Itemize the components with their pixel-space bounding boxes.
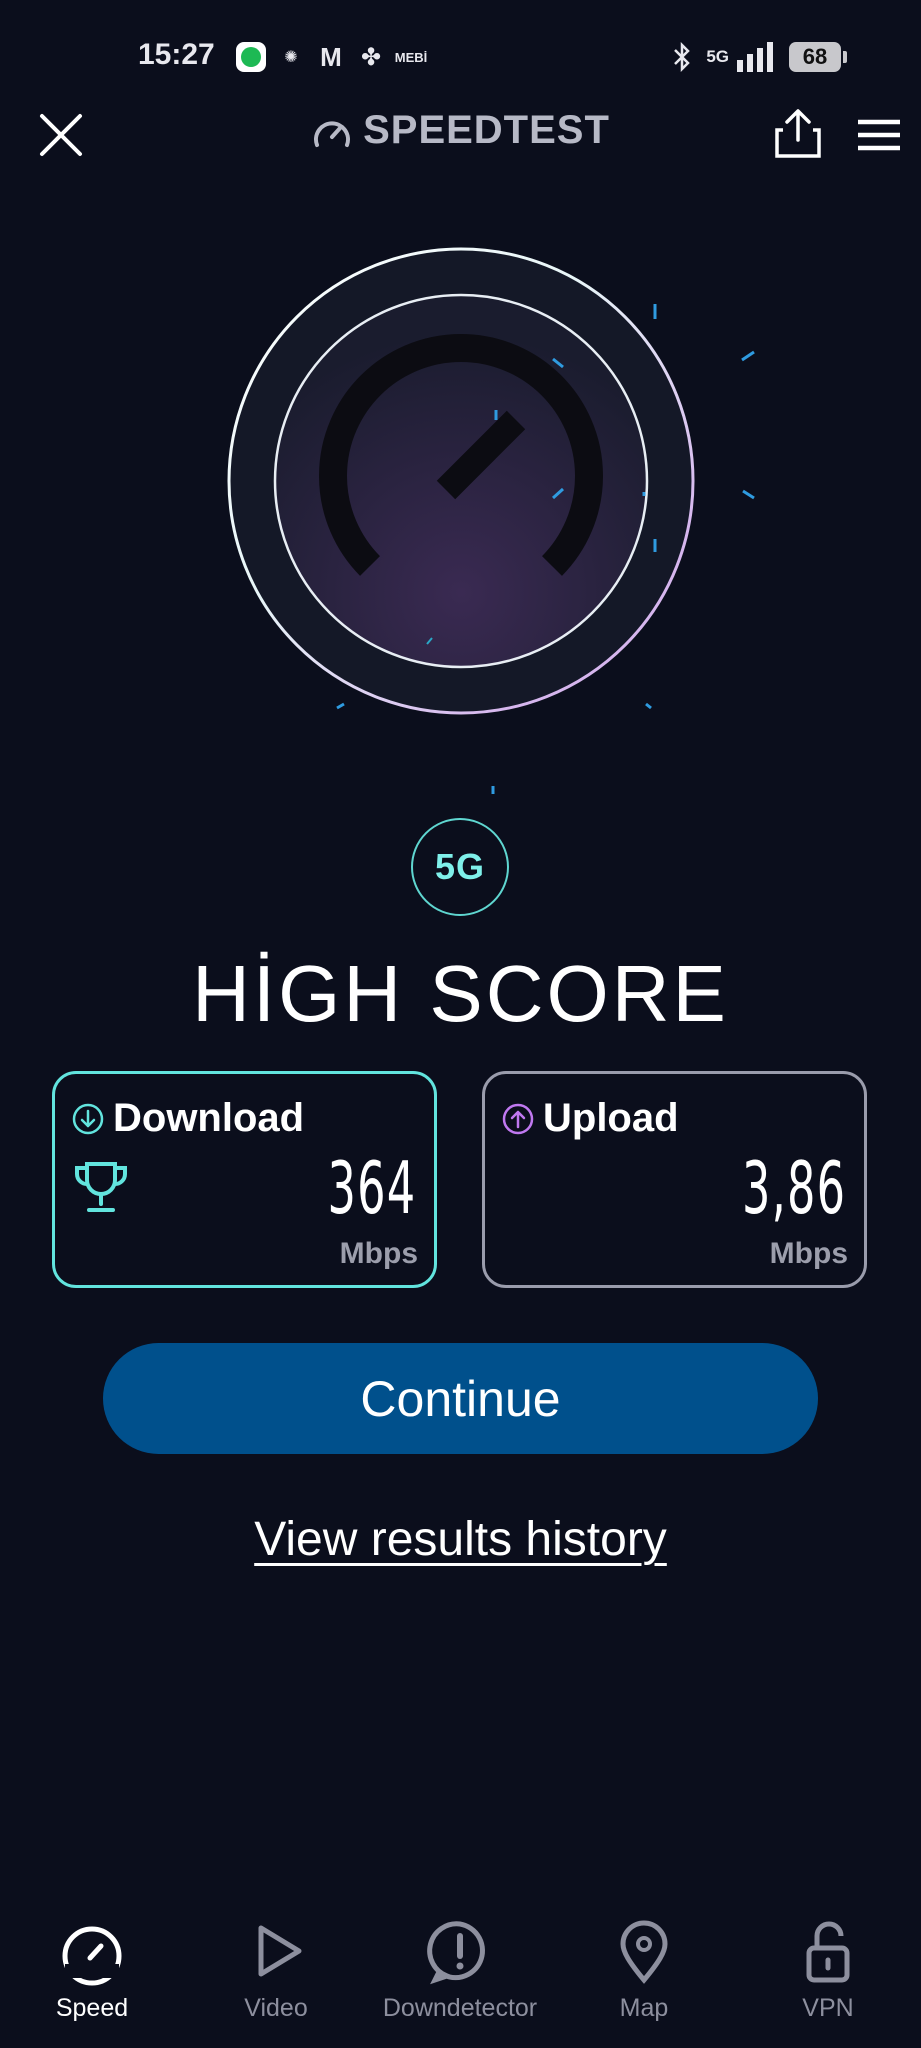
- speedtest-logo-icon: [314, 121, 351, 147]
- result-headline: HİGH SCORE: [192, 949, 729, 1038]
- download-label: Download: [113, 1096, 305, 1140]
- trophy-icon: [74, 1162, 128, 1212]
- download-card: Download 364 Mbps: [52, 1071, 437, 1288]
- alert-icon: [427, 1921, 485, 1985]
- nav-item-downdetector[interactable]: Downdetector: [368, 1916, 552, 2048]
- nav-label-speed: Speed: [55, 1994, 129, 2022]
- spotify-icon: [236, 42, 266, 72]
- download-arrow-icon: [72, 1103, 104, 1134]
- menu-icon[interactable]: [856, 118, 902, 152]
- signal-icon: [737, 42, 773, 72]
- nav-label-map: Map: [619, 1994, 669, 2022]
- download-value: 364: [327, 1146, 416, 1230]
- continue-button[interactable]: Continue: [103, 1343, 818, 1454]
- bluetooth-icon: [674, 42, 691, 72]
- nav-item-video[interactable]: Video: [184, 1916, 368, 2048]
- share-icon[interactable]: [773, 108, 823, 160]
- nav-item-map[interactable]: Map: [552, 1916, 736, 2048]
- nav-label-vpn: VPN: [802, 1994, 854, 2022]
- speed-icon: [62, 1926, 122, 1986]
- upload-arrow-icon: [502, 1103, 534, 1134]
- nav-label-downdetector: Downdetector: [382, 1994, 538, 2022]
- notification-icons: ✺ M ✤ MEBİ: [236, 41, 428, 72]
- play-icon: [258, 1925, 302, 1977]
- battery-indicator: 68: [789, 42, 847, 72]
- app-icon: ✤: [360, 43, 382, 71]
- nav-label-video: Video: [244, 1994, 308, 2022]
- status-indicators: 5G 68: [672, 40, 847, 74]
- history-link-text: View results history: [254, 1513, 667, 1566]
- app-title-text: SPEEDTEST: [363, 108, 610, 152]
- upload-unit: Mbps: [769, 1237, 848, 1270]
- nav-item-speed[interactable]: Speed: [0, 1916, 184, 2048]
- status-time: 15:27: [138, 38, 215, 71]
- bottom-nav: Speed Video Downdetector Map VPN: [0, 1916, 921, 2048]
- upload-label: Upload: [543, 1096, 679, 1140]
- upload-value: 3,86: [741, 1146, 846, 1230]
- gmail-icon: M: [320, 41, 342, 72]
- connection-type-badge: 5G: [411, 818, 509, 916]
- upload-card: Upload 3,86 Mbps: [482, 1071, 867, 1288]
- lock-icon: [806, 1921, 850, 1983]
- nav-item-vpn[interactable]: VPN: [736, 1916, 920, 2048]
- speed-gauge: [227, 247, 755, 794]
- download-unit: Mbps: [339, 1237, 418, 1270]
- view-results-history-link[interactable]: View results history: [0, 1512, 921, 1567]
- map-pin-icon: [620, 1920, 668, 1984]
- app-icon: ✺: [284, 49, 298, 66]
- mebi-icon: MEBİ: [394, 49, 428, 65]
- network-type: 5G: [706, 47, 729, 66]
